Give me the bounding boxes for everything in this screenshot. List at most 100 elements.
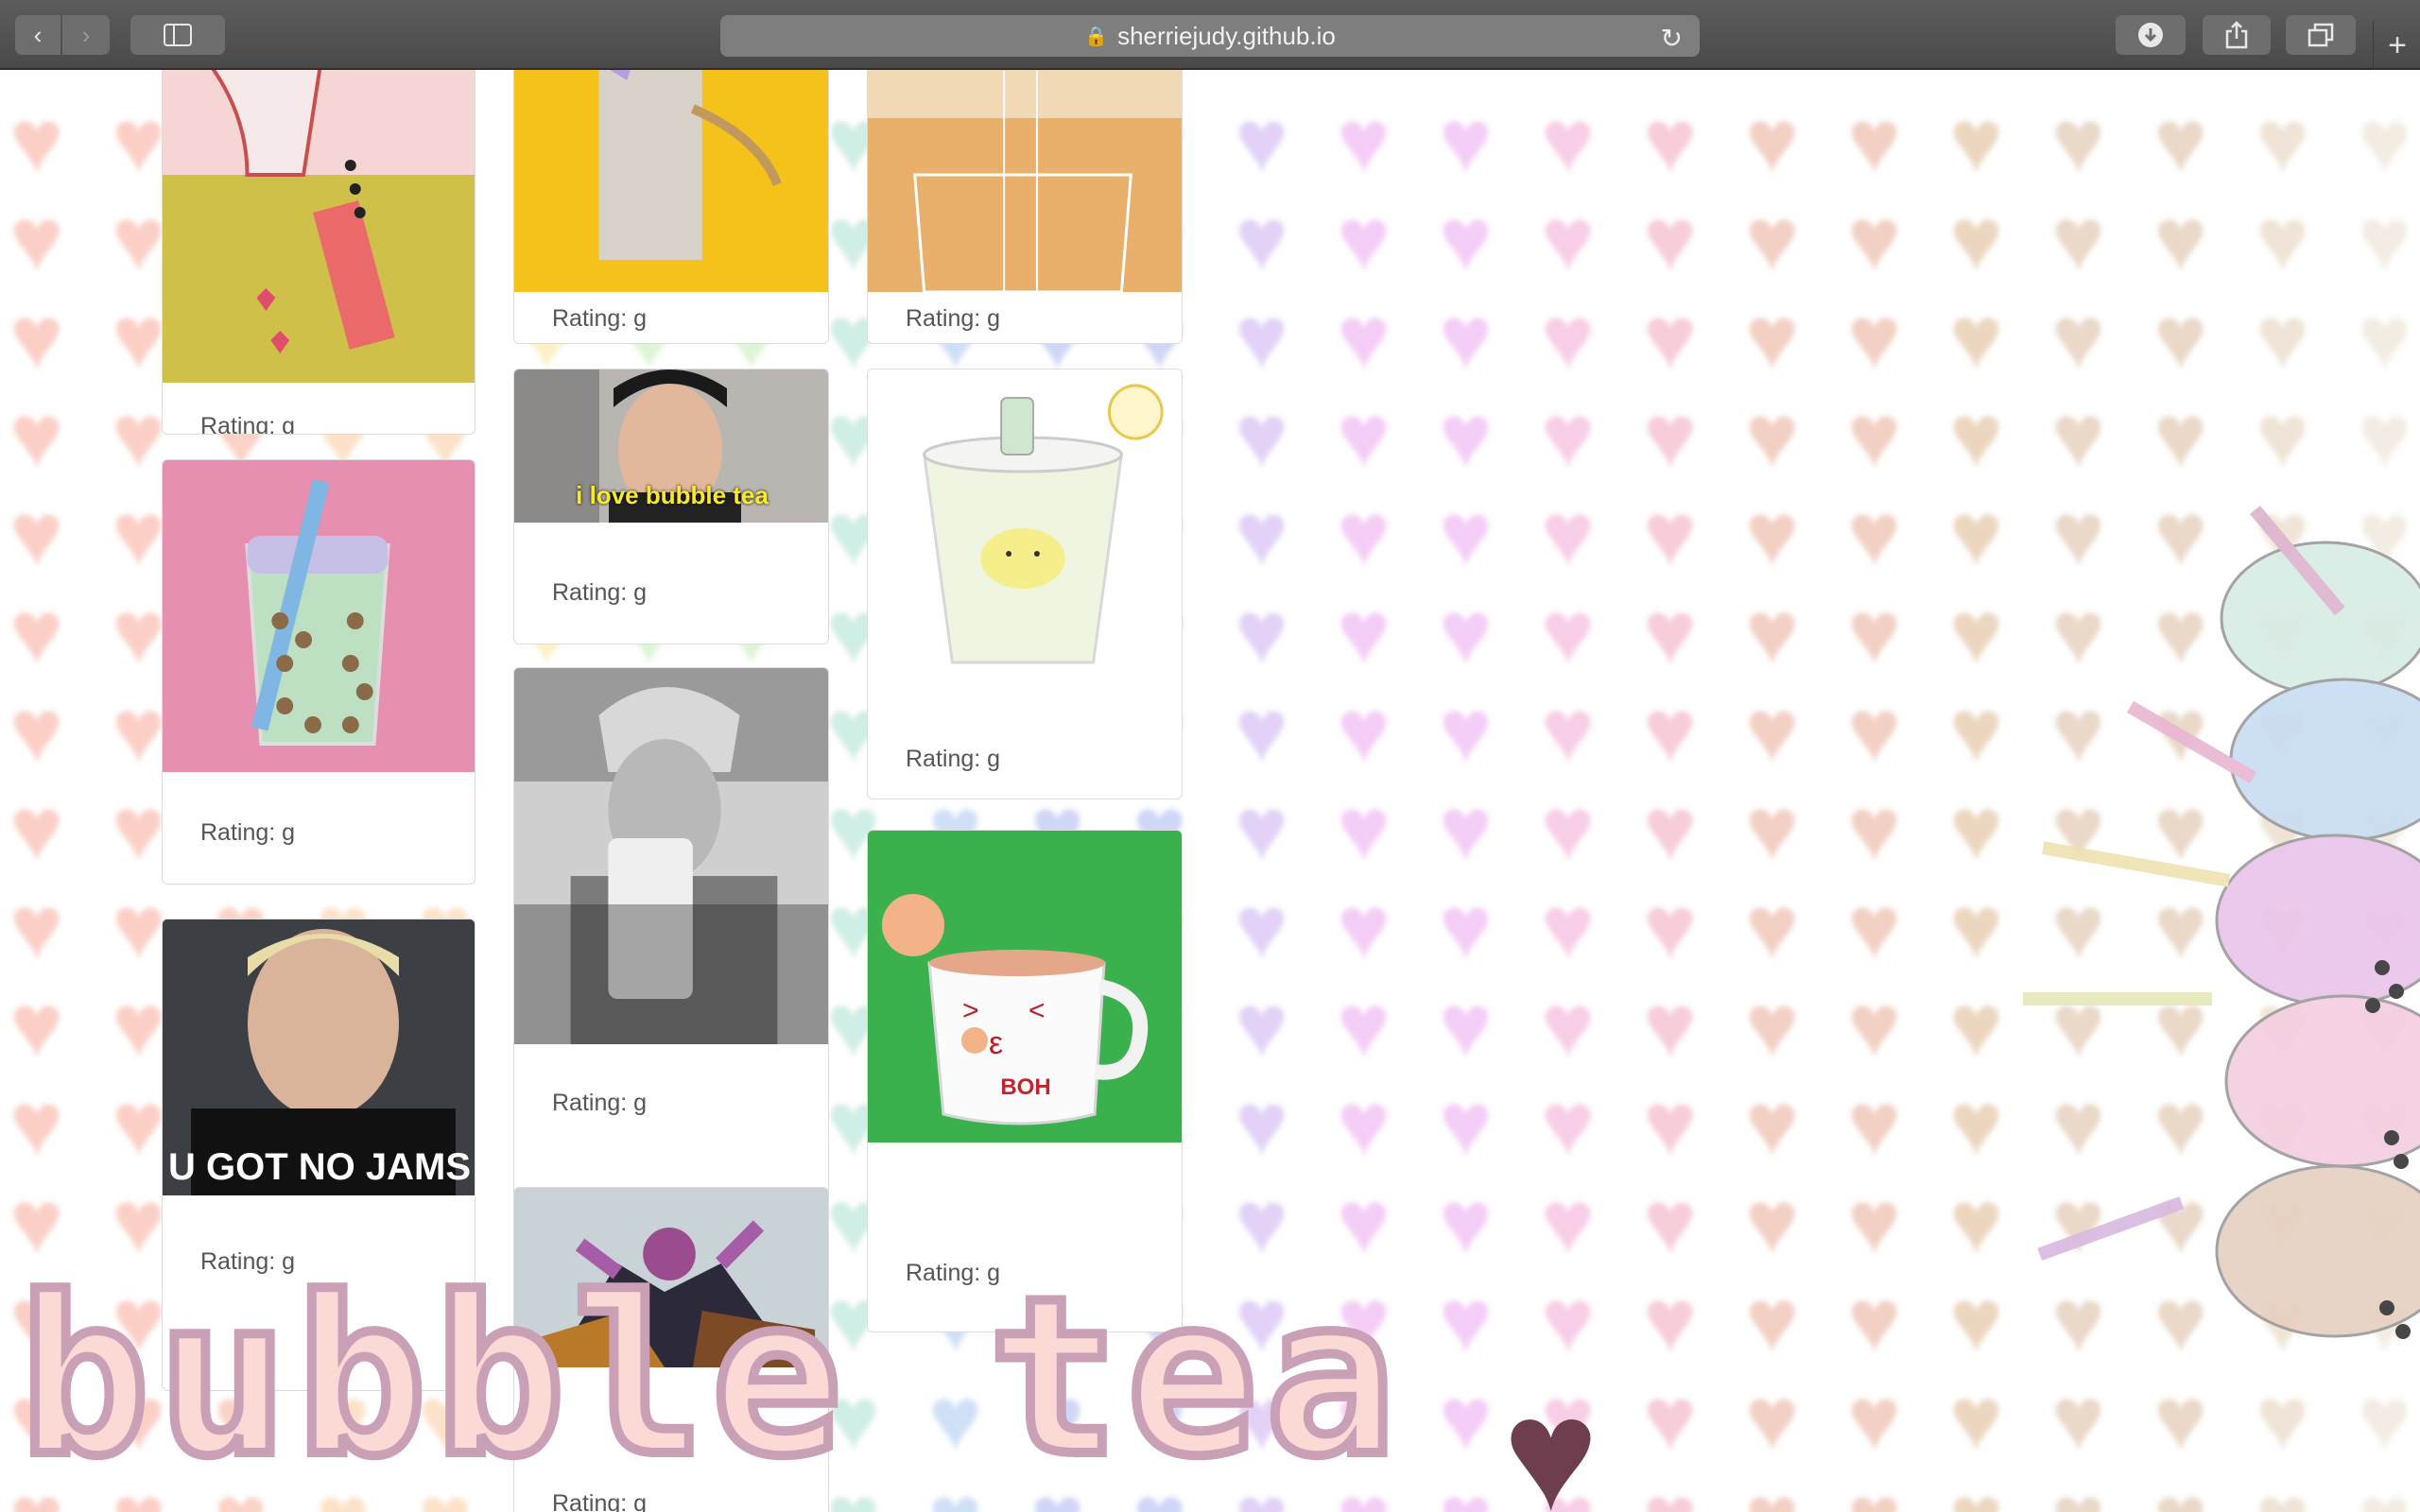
heart-decoration: ♥ [2358,189,2411,290]
chevron-right-icon: › [81,20,91,49]
heart-decoration: ♥ [1439,189,1493,290]
svg-text:<: < [1028,995,1046,1026]
back-button[interactable]: ‹ [15,15,60,55]
forward-button[interactable]: › [62,15,110,55]
svg-text:>: > [962,995,979,1026]
heart-decoration: ♥ [1745,1172,1799,1273]
heart-decoration: ♥ [1847,1368,1901,1469]
share-button[interactable] [2203,15,2271,55]
heart-decoration: ♥ [2358,386,2411,487]
heart-decoration: ♥ [1949,287,2003,388]
heart-decoration: ♥ [1847,680,1901,782]
heart-decoration: ♥ [1235,975,1288,1076]
heart-decoration: ♥ [1439,484,1493,585]
heart-decoration: ♥ [9,189,63,290]
heart-decoration: ♥ [1337,975,1391,1076]
heart-decoration: ♥ [1643,877,1697,978]
heart-decoration: ♥ [1643,386,1697,487]
url-text: sherriejudy.github.io [1117,21,1336,50]
heart-decoration: ♥ [9,484,63,585]
heart-decoration: ♥ [1643,582,1697,683]
heart-decoration: ♥ [1541,91,1595,192]
address-bar[interactable]: 🔒 sherriejudy.github.io ↻ [720,15,1700,57]
heart-decoration: ♥ [1541,484,1595,585]
heart-decoration: ♥ [1847,1472,1901,1512]
gif-card-8[interactable]: Rating: g [867,70,1183,344]
gif-card-2[interactable]: Rating: g [162,459,475,885]
heart-decoration: ♥ [1439,386,1493,487]
heart-decoration: ♥ [2358,287,2411,388]
heart-decoration: ♥ [9,680,63,782]
heart-decoration: ♥ [1439,680,1493,782]
gif-image [868,369,1182,691]
heart-decoration: ♥ [1235,484,1288,585]
heart-decoration: ♥ [1745,287,1799,388]
heart-decoration: ♥ [1439,1270,1493,1371]
new-tab-button[interactable]: + [2373,21,2420,70]
sidebar-button[interactable] [130,15,225,55]
bubble-tea-cups-illustration [2023,506,2420,1339]
heart-decoration: ♥ [1949,386,2003,487]
heart-decoration: ♥ [1847,484,1901,585]
heart-icon: ♥ [1503,1365,1599,1512]
gif-card-5[interactable]: i love bubble tea Rating: g [513,369,829,644]
heart-decoration: ♥ [2051,91,2105,192]
gif-card-4[interactable]: Rating: g [513,70,829,344]
heart-decoration: ♥ [2051,287,2105,388]
heart-decoration: ♥ [1745,582,1799,683]
heart-decoration: ♥ [2358,91,2411,192]
rating-label: Rating: g [200,819,296,846]
heart-decoration: ♥ [1643,287,1697,388]
heart-decoration: ♥ [2051,386,2105,487]
heart-decoration: ♥ [1643,975,1697,1076]
gif-image: i love bubble tea [514,369,828,523]
tabs-icon [2308,23,2334,47]
heart-decoration: ♥ [1745,91,1799,192]
svg-text:ε: ε [989,1025,1003,1061]
heart-decoration: ♥ [1337,484,1391,585]
heart-decoration: ♥ [1643,779,1697,880]
heart-decoration: ♥ [1541,779,1595,880]
heart-decoration: ♥ [9,779,63,880]
heart-decoration: ♥ [1337,189,1391,290]
heart-decoration: ♥ [112,189,165,290]
heart-decoration: ♥ [1541,582,1595,683]
reload-icon[interactable]: ↻ [1661,23,1683,54]
gif-card-1[interactable]: Rating: g [162,70,475,435]
heart-decoration: ♥ [1235,680,1288,782]
gif-card-9[interactable]: Rating: g [867,369,1183,799]
bubble-tea-title: bubble tea [14,1252,1404,1504]
heart-decoration: ♥ [1745,1270,1799,1371]
show-tabs-button[interactable] [2286,15,2356,55]
heart-decoration: ♥ [1439,582,1493,683]
heart-decoration: ♥ [1337,91,1391,192]
heart-decoration: ♥ [1847,386,1901,487]
heart-decoration: ♥ [1235,1074,1288,1175]
download-icon [2138,23,2163,47]
heart-decoration: ♥ [1541,1074,1595,1175]
download-button[interactable] [2116,15,2186,55]
heart-decoration: ♥ [1439,287,1493,388]
heart-decoration: ♥ [2256,189,2309,290]
lock-icon: 🔒 [1084,26,1109,47]
heart-decoration: ♥ [1541,975,1595,1076]
heart-decoration: ♥ [112,975,165,1076]
gif-image: U GOT NO JAMS [163,919,475,1195]
gif-card-6[interactable]: Rating: g [513,667,829,1234]
sidebar-icon [164,24,192,46]
gif-image: > < ε BOH [868,831,1182,1143]
heart-decoration: ♥ [1439,1368,1493,1469]
heart-decoration: ♥ [1439,975,1493,1076]
heart-decoration: ♥ [1643,1074,1697,1175]
heart-decoration: ♥ [2153,91,2207,192]
rating-label: Rating: g [552,579,648,606]
heart-decoration: ♥ [112,779,165,880]
heart-decoration: ♥ [2153,287,2207,388]
heart-decoration: ♥ [1643,91,1697,192]
heart-decoration: ♥ [1949,91,2003,192]
heart-decoration: ♥ [1745,680,1799,782]
chevron-left-icon: ‹ [33,20,43,49]
heart-decoration: ♥ [1541,189,1595,290]
heart-decoration: ♥ [112,287,165,388]
heart-decoration: ♥ [112,1074,165,1175]
